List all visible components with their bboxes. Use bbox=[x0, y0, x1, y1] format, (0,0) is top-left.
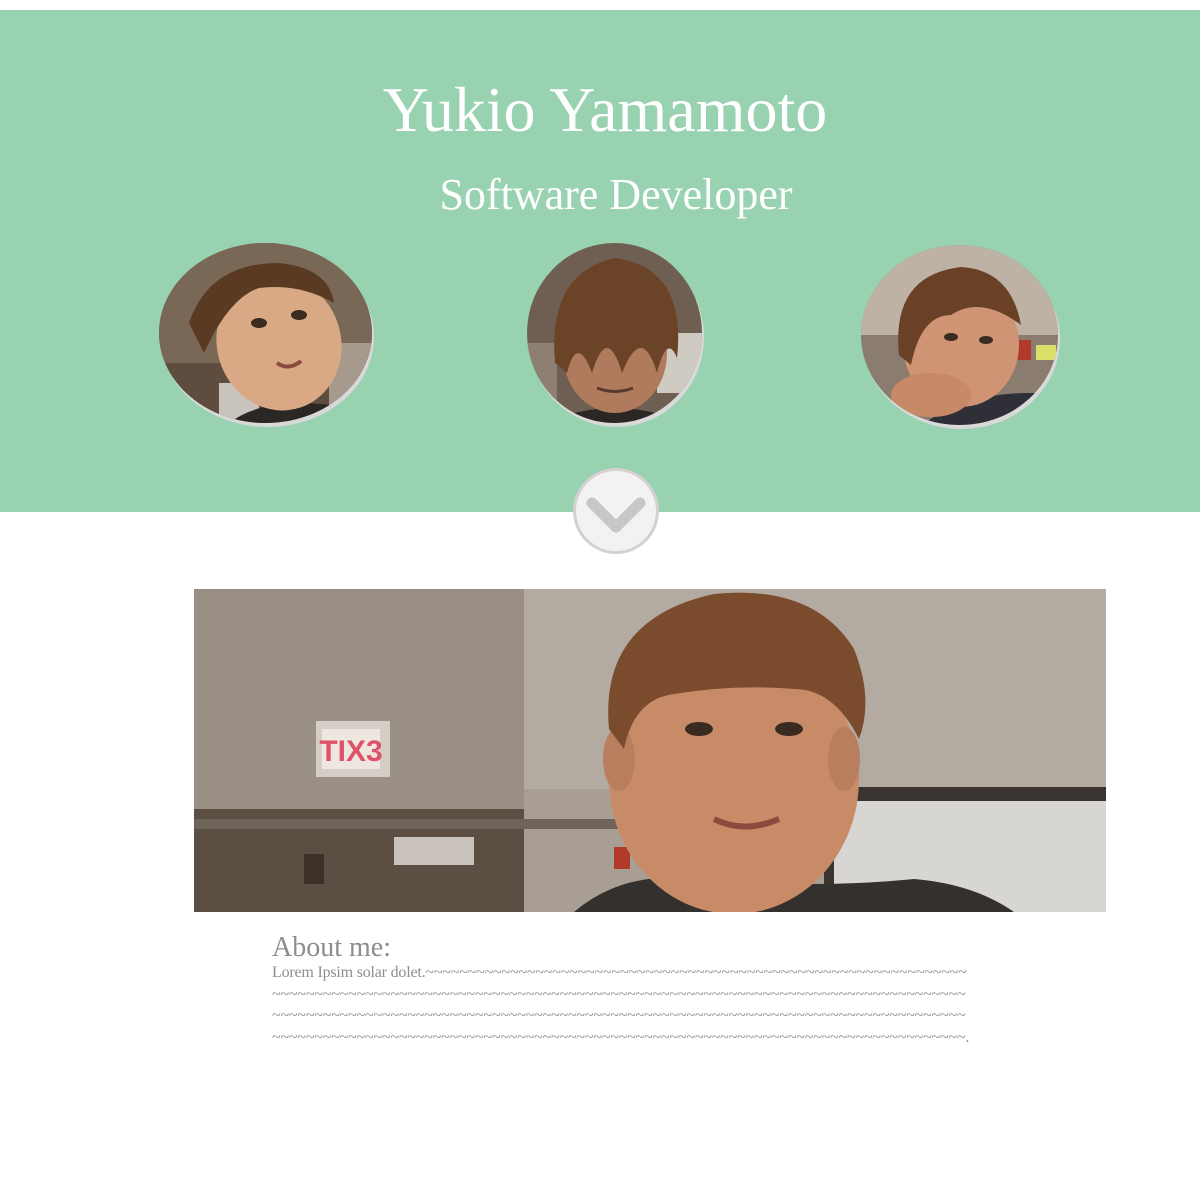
job-title: Software Developer bbox=[439, 170, 793, 219]
exit-sign-text: TIX3 bbox=[319, 735, 382, 768]
about-text: Lorem Ipsim solar dolet.~~~~~~~~~~~~~~~~… bbox=[272, 964, 970, 1047]
avatar-photo-3 bbox=[861, 245, 1058, 425]
about-title: About me: bbox=[272, 932, 391, 963]
about-section: About me: Lorem Ipsim solar dolet.~~~~~~… bbox=[272, 934, 972, 1049]
avatar-photo-1 bbox=[159, 243, 372, 423]
avatar-photo-2 bbox=[527, 243, 702, 423]
chevron-down-icon bbox=[586, 497, 646, 533]
hero-banner: Yukio Yamamoto Software Developer bbox=[0, 10, 1200, 512]
banner-photo: TIX3 bbox=[194, 589, 1106, 912]
exit-sign: TIX3 bbox=[316, 721, 390, 777]
person-name: Yukio Yamamoto bbox=[382, 74, 828, 145]
scroll-down-button[interactable] bbox=[573, 468, 659, 554]
